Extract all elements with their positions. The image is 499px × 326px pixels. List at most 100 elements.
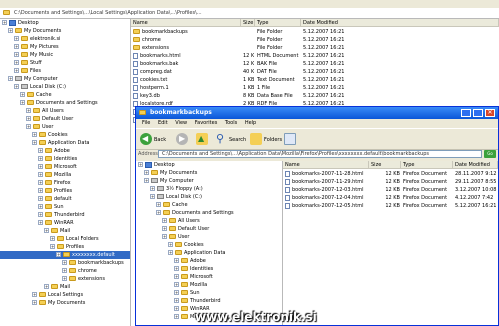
tree-item[interactable]: + Cookies (0, 131, 130, 139)
expand-toggle[interactable]: + (14, 52, 19, 57)
address-input[interactable]: C:\Documents and Settings\...\Applicatio… (158, 150, 482, 158)
tree-item[interactable]: + xxxxxxxx.default (0, 251, 130, 259)
minimize-button[interactable] (461, 109, 471, 117)
back-label[interactable]: Back (154, 137, 166, 143)
expand-toggle[interactable]: + (8, 76, 13, 81)
expand-toggle[interactable]: + (168, 242, 173, 247)
file-row[interactable]: hostperm.1 1 KB 1 File 5.12.2007 16:21 (131, 84, 499, 92)
expand-toggle[interactable]: + (168, 250, 173, 255)
tree-item[interactable]: + Mozilla (136, 281, 282, 289)
folders-label[interactable]: Folders (264, 137, 282, 143)
expand-toggle[interactable]: + (162, 226, 167, 231)
window-title[interactable]: bookmarkbackups (136, 107, 498, 119)
column-header-name[interactable]: Name (283, 161, 369, 169)
expand-toggle[interactable]: + (62, 260, 67, 265)
expand-toggle[interactable]: + (26, 108, 31, 113)
tree-item[interactable]: + Microsoft (0, 163, 130, 171)
file-row[interactable]: bookmarks-2007-11-28.html 12 KB Firefox Do… (283, 170, 498, 178)
search-button[interactable]: ⚲ (216, 133, 228, 145)
file-row[interactable]: extensions File Folder 5.12.2007 16:21 (131, 44, 499, 52)
tree-item[interactable]: + Cache (136, 201, 282, 209)
expand-toggle[interactable]: + (32, 132, 37, 137)
tree-item[interactable]: + default (0, 195, 130, 203)
expand-toggle[interactable]: + (50, 236, 55, 241)
file-row[interactable]: bookmarks-2007-12-05.html 12 KB Firefox Do… (283, 202, 498, 210)
menu-favorites[interactable]: Favorites (195, 120, 218, 126)
expand-toggle[interactable]: + (156, 210, 161, 215)
expand-toggle[interactable]: + (44, 228, 49, 233)
expand-toggle[interactable]: + (144, 178, 149, 183)
tree-item[interactable]: + Local Folders (0, 235, 130, 243)
expand-toggle[interactable]: + (56, 252, 61, 257)
tree-item[interactable]: + Mozilla (0, 171, 130, 179)
tree-item[interactable]: + Identities (136, 265, 282, 273)
back-button[interactable]: ◀ (140, 133, 152, 145)
folders-button[interactable] (250, 133, 262, 145)
expand-toggle[interactable]: + (144, 170, 149, 175)
expand-toggle[interactable]: + (14, 60, 19, 65)
expand-toggle[interactable]: + (38, 204, 43, 209)
tree-item[interactable]: + User (136, 233, 282, 241)
tree-item[interactable]: + Local Disk (C:) (0, 83, 130, 91)
tree-item[interactable]: + Application Data (136, 249, 282, 257)
tree-item[interactable]: + Sun (136, 289, 282, 297)
tree-item[interactable]: + My Pictures (0, 43, 130, 51)
tree-item[interactable]: + Stuff (0, 59, 130, 67)
expand-toggle[interactable]: + (14, 44, 19, 49)
expand-toggle[interactable]: + (174, 298, 179, 303)
close-button[interactable]: ✕ (485, 109, 495, 117)
expand-toggle[interactable]: + (38, 212, 43, 217)
tree-item[interactable]: + Firefox (0, 179, 130, 187)
tree-item[interactable]: + bookmarkbackups (0, 259, 130, 267)
expand-toggle[interactable]: + (38, 196, 43, 201)
tree-item[interactable]: + Default User (0, 115, 130, 123)
tree-item[interactable]: + Adobe (0, 147, 130, 155)
tree-item[interactable]: + My Documents (0, 27, 130, 35)
expand-toggle[interactable]: + (20, 92, 25, 97)
expand-toggle[interactable]: + (174, 274, 179, 279)
back-folder-tree[interactable]: + Desktop + My Documents + elektronik.si + My P… (0, 19, 131, 326)
up-button[interactable]: ▲ (196, 133, 208, 145)
tree-item[interactable]: + Local Disk (C:) (136, 193, 282, 201)
expand-toggle[interactable]: + (14, 36, 19, 41)
expand-toggle[interactable]: + (62, 268, 67, 273)
tree-item[interactable]: + Default User (136, 225, 282, 233)
tree-item[interactable]: + Application Data (0, 139, 130, 147)
expand-toggle[interactable]: + (38, 172, 43, 177)
expand-toggle[interactable]: + (174, 258, 179, 263)
folder-tree[interactable]: + Desktop + My Documents + My Computer +3½ Flo… (136, 161, 283, 325)
tree-item[interactable]: + Cache (0, 91, 130, 99)
expand-toggle[interactable]: + (156, 202, 161, 207)
tree-item[interactable]: + Desktop (0, 19, 130, 27)
tree-item[interactable]: + My Music (0, 51, 130, 59)
expand-toggle[interactable]: + (62, 276, 67, 281)
file-row[interactable]: chrome File Folder 5.12.2007 16:21 (131, 36, 499, 44)
tree-item[interactable]: + chrome (0, 267, 130, 275)
expand-toggle[interactable]: + (14, 84, 19, 89)
forward-button[interactable]: ▶ (176, 133, 188, 145)
explorer-window[interactable]: bookmarkbackups ✕ File Edit View Favorit… (135, 106, 499, 326)
expand-toggle[interactable]: + (26, 124, 31, 129)
expand-toggle[interactable]: + (138, 162, 143, 167)
expand-toggle[interactable]: + (14, 68, 19, 73)
expand-toggle[interactable]: + (150, 186, 155, 191)
file-row[interactable]: cookies.txt 1 KB Text Document 5.12.2007 16… (131, 76, 499, 84)
file-row[interactable]: key3.db 8 KB Data Base File 5.12.2007 16:21 (131, 92, 499, 100)
tree-item[interactable]: + Documents and Settings (0, 99, 130, 107)
tree-item[interactable]: + My Documents (136, 169, 282, 177)
file-row[interactable]: bookmarks-2007-12-04.html 12 KB Firefox Do… (283, 194, 498, 202)
tree-item[interactable]: + elektronik.si (0, 35, 130, 43)
tree-item[interactable]: + Sun (0, 203, 130, 211)
expand-toggle[interactable]: + (38, 164, 43, 169)
file-list[interactable]: Name Size Type Date Modified bookmarks-2… (283, 161, 498, 325)
tree-item[interactable]: + All Users (136, 217, 282, 225)
file-row[interactable]: bookmarkbackups File Folder 5.12.2007 16:2… (131, 28, 499, 36)
tree-item[interactable]: + Identities (0, 155, 130, 163)
expand-toggle[interactable]: + (2, 20, 7, 25)
tree-item[interactable]: + Thunderbird (136, 297, 282, 305)
expand-toggle[interactable]: + (38, 180, 43, 185)
expand-toggle[interactable]: + (32, 140, 37, 145)
go-button[interactable]: Go (484, 150, 496, 158)
back-address-text[interactable]: C:\Documents and Settings\...\Local Sett… (14, 10, 484, 16)
expand-toggle[interactable]: + (174, 266, 179, 271)
